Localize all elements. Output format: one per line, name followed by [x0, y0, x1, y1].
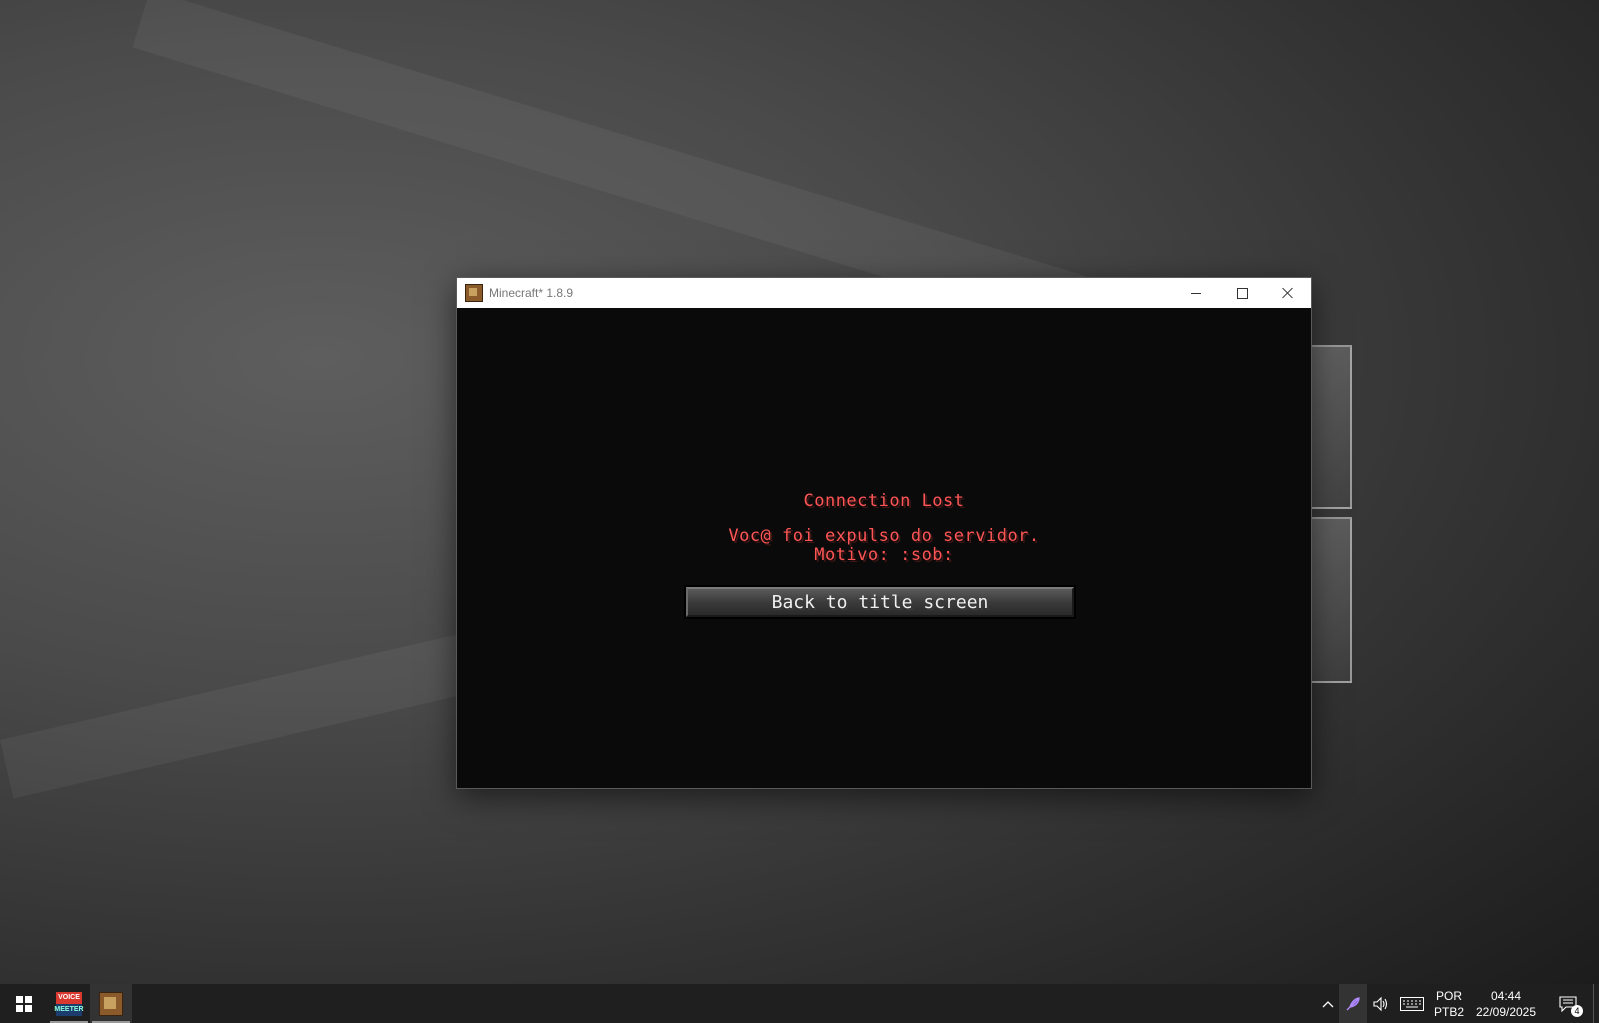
taskbar-app-minecraft[interactable] [90, 984, 132, 1023]
close-icon [1282, 287, 1294, 299]
show-hidden-icons-button[interactable] [1317, 984, 1339, 1023]
minecraft-icon [99, 991, 123, 1016]
action-center-button[interactable]: 4 [1543, 984, 1593, 1023]
taskbar-app-voicemeeter[interactable]: VOICE MEETER [48, 984, 90, 1023]
minecraft-icon [465, 284, 483, 302]
window-controls [1173, 278, 1311, 308]
close-button[interactable] [1265, 278, 1311, 308]
voicemeeter-icon: VOICE MEETER [54, 991, 84, 1016]
voicemeeter-icon-label-top: VOICE [56, 991, 82, 1004]
connection-lost-heading: Connection Lost [803, 491, 965, 511]
minimize-button[interactable] [1173, 278, 1219, 308]
maximize-button[interactable] [1219, 278, 1265, 308]
voicemeeter-icon-label-bottom: MEETER [54, 1003, 84, 1016]
tray-app-feather[interactable] [1339, 984, 1367, 1023]
chevron-up-icon [1322, 1000, 1334, 1007]
window-titlebar[interactable]: Minecraft* 1.8.9 [457, 278, 1311, 308]
minimize-icon [1191, 292, 1201, 294]
input-language-indicator[interactable]: POR PTB2 [1429, 984, 1469, 1023]
volume-button[interactable] [1367, 984, 1395, 1023]
minecraft-window: Minecraft* 1.8.9 Connection Lost Voc@ fo… [456, 277, 1312, 789]
kick-message-line1: Voc@ foi expulso do servidor. [728, 526, 1040, 546]
back-to-title-label: Back to title screen [686, 587, 1074, 617]
game-viewport: Connection Lost Voc@ foi expulso do serv… [457, 308, 1311, 788]
speaker-icon [1373, 996, 1388, 1011]
kick-reason-line: Motivo: :sob: [814, 545, 954, 565]
back-to-title-button[interactable]: Back to title screen [684, 585, 1076, 619]
show-desktop-button[interactable] [1593, 984, 1599, 1023]
start-button[interactable] [0, 984, 48, 1023]
system-tray: POR PTB2 04:44 22/09/2025 4 [1317, 984, 1599, 1023]
language-code: POR [1435, 988, 1462, 1003]
clock[interactable]: 04:44 22/09/2025 [1469, 984, 1543, 1023]
keyboard-icon [1400, 996, 1424, 1011]
clock-date: 22/09/2025 [1475, 1004, 1537, 1019]
clock-time: 04:44 [1490, 988, 1522, 1003]
windows-logo-icon [16, 995, 32, 1012]
taskbar: VOICE MEETER POR PTB2 04:44 22/09/2025 4 [0, 984, 1599, 1023]
touch-keyboard-button[interactable] [1395, 984, 1429, 1023]
feather-icon [1346, 996, 1360, 1010]
notification-count-badge: 4 [1571, 1005, 1583, 1017]
keyboard-layout: PTB2 [1434, 1004, 1465, 1019]
maximize-icon [1236, 287, 1248, 299]
window-title: Minecraft* 1.8.9 [489, 286, 574, 300]
